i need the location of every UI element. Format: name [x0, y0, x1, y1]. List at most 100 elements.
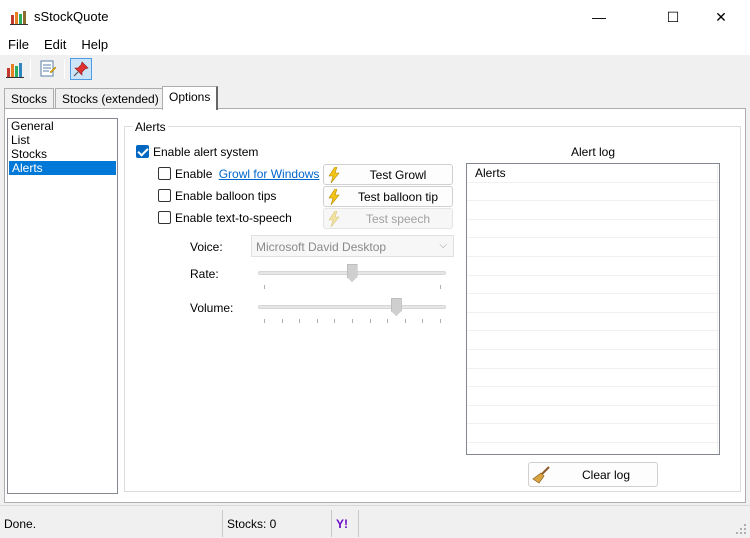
alert-log-row [467, 257, 719, 276]
alert-log-header: Alerts [467, 164, 719, 183]
resize-grip-icon[interactable] [735, 523, 747, 535]
lightning-icon [324, 187, 344, 206]
status-divider [358, 510, 359, 537]
volume-tick [352, 319, 353, 323]
test-speech-button: Test speech [323, 208, 453, 229]
yahoo-logo-icon[interactable]: Y! [336, 517, 348, 531]
nav-item-list[interactable]: List [8, 133, 117, 147]
volume-tick [369, 319, 371, 323]
enable-balloon-tips-checkbox[interactable] [158, 189, 171, 202]
rate-tick [264, 285, 265, 289]
chevron-down-icon: ⌵ [439, 240, 447, 251]
menu-bar: File Edit Help [0, 34, 750, 55]
volume-slider-track [258, 305, 446, 309]
volume-tick [299, 319, 301, 323]
voice-select: Microsoft David Desktop ⌵ [251, 235, 454, 257]
status-divider [331, 510, 332, 537]
minimize-button[interactable]: — [576, 0, 622, 34]
document-list-icon [40, 60, 57, 77]
alerts-group-label: Alerts [133, 120, 168, 134]
test-growl-button[interactable]: Test Growl [323, 164, 453, 185]
tab-options[interactable]: Options [162, 86, 219, 110]
alert-log-row [467, 183, 719, 202]
tab-stocks-extended[interactable]: Stocks (extended) [55, 88, 166, 109]
volume-tick [422, 319, 424, 323]
nav-item-alerts[interactable]: Alerts [9, 161, 116, 175]
clear-log-label: Clear log [581, 467, 631, 482]
volume-tick [264, 319, 265, 323]
volume-tick [440, 319, 441, 323]
options-nav-list[interactable]: General List Stocks Alerts [7, 118, 118, 494]
growl-for-windows-link[interactable]: Growl for Windows [219, 167, 320, 181]
chart-button[interactable] [4, 58, 26, 80]
enable-text-to-speech-checkbox[interactable] [158, 211, 171, 224]
enable-balloon-tips-label[interactable]: Enable balloon tips [175, 189, 276, 203]
bar-chart-icon [6, 63, 24, 78]
alert-log-row [467, 369, 719, 388]
menu-file[interactable]: File [0, 34, 36, 55]
alert-log-row [467, 294, 719, 313]
broom-icon [529, 465, 555, 484]
volume-tick [281, 319, 283, 323]
status-divider [222, 510, 223, 537]
rate-label: Rate: [190, 267, 219, 281]
enable-growl-label: Enable Growl for Windows [175, 167, 319, 181]
alert-log-row [467, 238, 719, 257]
enable-alert-system-checkbox[interactable] [136, 145, 149, 158]
menu-edit[interactable]: Edit [36, 34, 73, 55]
test-speech-label: Test speech [365, 211, 431, 226]
list-button[interactable] [37, 58, 59, 80]
status-text: Done. [4, 517, 37, 531]
close-button[interactable]: ✕ [698, 0, 744, 34]
clear-log-button[interactable]: Clear log [528, 462, 658, 487]
alert-log-list[interactable]: Alerts [466, 163, 720, 455]
enable-growl-checkbox[interactable] [158, 167, 171, 180]
volume-tick [334, 319, 336, 323]
status-stocks-count: Stocks: 0 [227, 517, 277, 531]
test-balloon-tip-label: Test balloon tip [357, 189, 439, 204]
alert-log-row [467, 313, 719, 332]
alert-log-row [467, 406, 719, 425]
enable-text-to-speech-label[interactable]: Enable text-to-speech [175, 211, 292, 225]
pin-button[interactable] [70, 58, 92, 80]
alert-log-row [467, 387, 719, 406]
alert-log-title: Alert log [570, 145, 616, 159]
test-growl-label: Test Growl [369, 167, 427, 182]
title-bar: sStockQuote — ☐ ✕ [0, 0, 750, 34]
lightning-icon [324, 209, 344, 228]
alert-log-row [467, 276, 719, 295]
nav-item-stocks[interactable]: Stocks [8, 147, 117, 161]
app-icon [10, 9, 28, 25]
window-title: sStockQuote [34, 9, 109, 24]
volume-label: Volume: [190, 301, 234, 315]
tab-stocks[interactable]: Stocks [4, 88, 55, 109]
lightning-icon [324, 165, 344, 184]
maximize-icon: ☐ [666, 8, 680, 25]
test-balloon-tip-button[interactable]: Test balloon tip [323, 186, 453, 207]
close-icon: ✕ [715, 8, 727, 25]
rate-tick [440, 285, 441, 289]
nav-item-general[interactable]: General [8, 119, 117, 133]
toolbar-separator [30, 59, 31, 79]
status-bar: Done. Stocks: 0 Y! [0, 505, 750, 538]
pin-icon [73, 61, 89, 77]
volume-tick [316, 319, 318, 323]
voice-select-value: Microsoft David Desktop [256, 240, 387, 254]
maximize-button[interactable]: ☐ [650, 0, 696, 34]
alert-log-row [467, 331, 719, 350]
toolbar-separator [64, 59, 65, 79]
alert-log-row [467, 424, 719, 443]
alert-log-empty-rows [467, 183, 719, 443]
toolbar [0, 55, 750, 84]
enable-growl-prefix[interactable]: Enable [175, 167, 212, 181]
minimize-icon: — [592, 9, 606, 25]
volume-tick [387, 319, 389, 323]
alert-log-row [467, 201, 719, 220]
alert-log-divider [717, 164, 718, 454]
voice-label: Voice: [190, 240, 223, 254]
alert-log-row [467, 350, 719, 369]
volume-tick [404, 319, 406, 323]
menu-help[interactable]: Help [73, 34, 115, 55]
alert-log-row [467, 220, 719, 239]
enable-alert-system-label[interactable]: Enable alert system [153, 145, 258, 159]
